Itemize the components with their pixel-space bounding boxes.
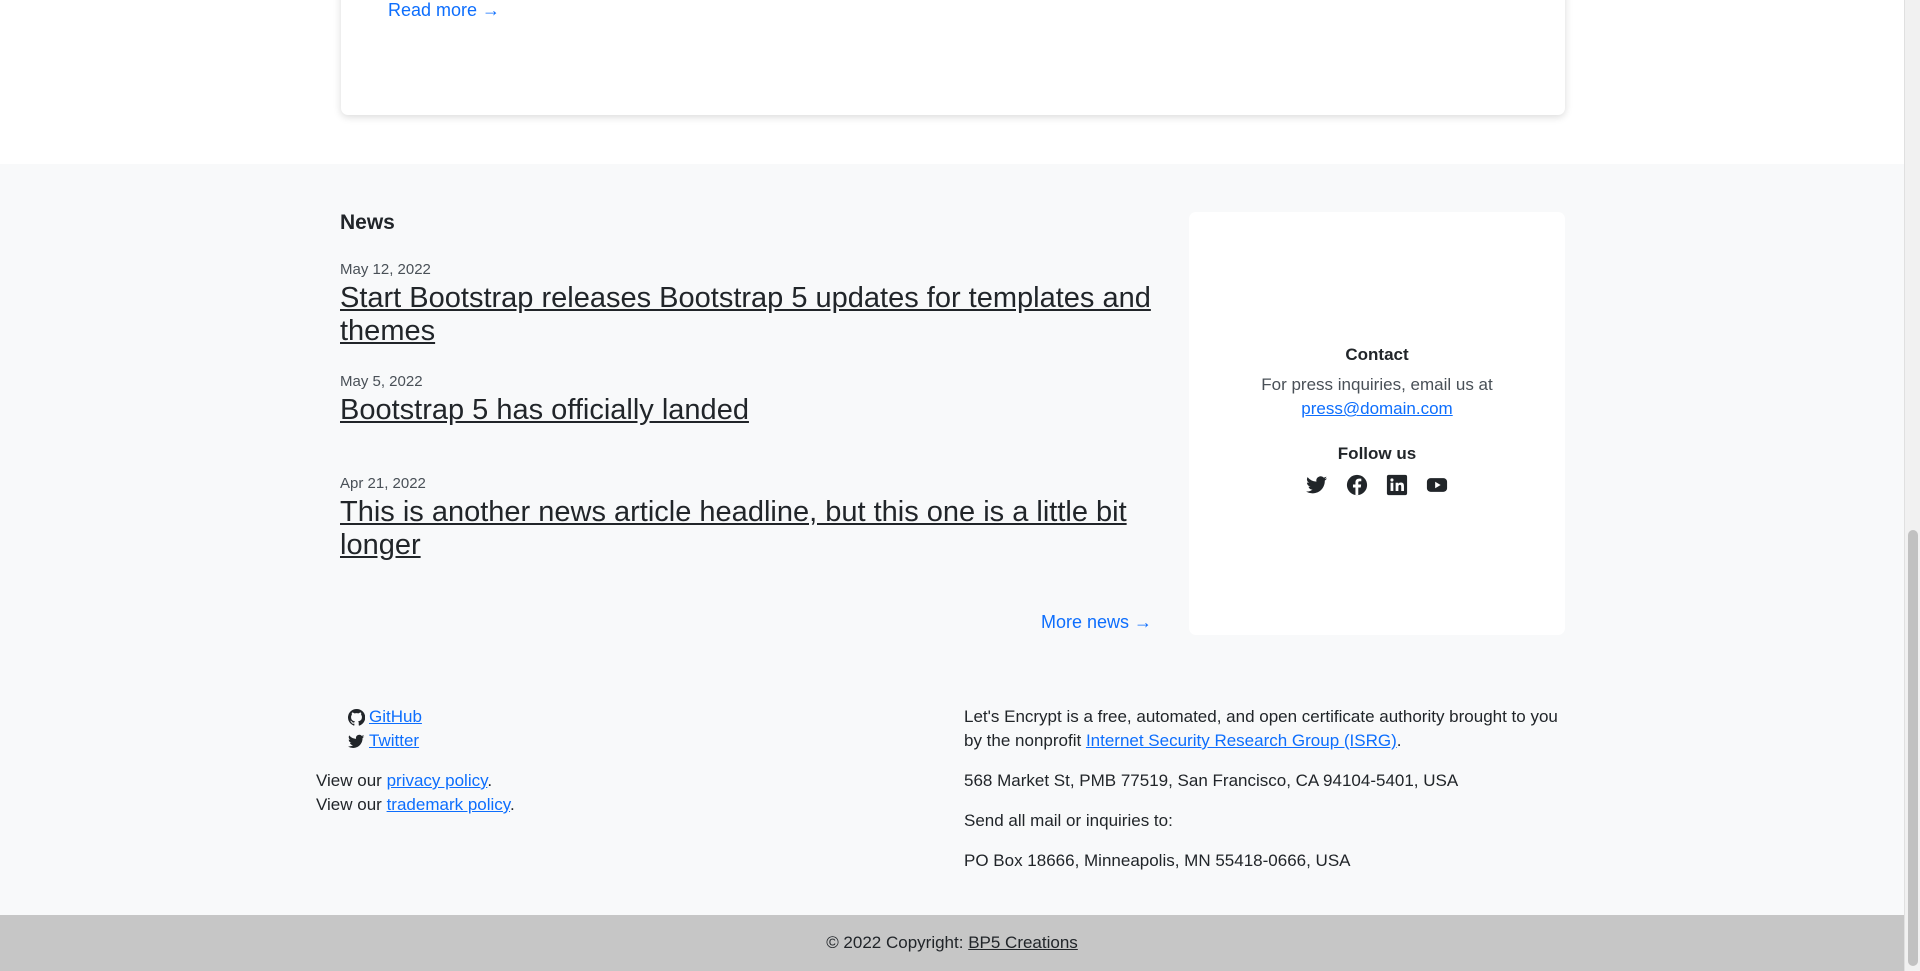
privacy-policy-link[interactable]: privacy policy — [387, 771, 488, 790]
vertical-scrollbar[interactable] — [1904, 0, 1920, 971]
privacy-policy-line: View our privacy policy. — [316, 769, 515, 793]
trademark-policy-link[interactable]: trademark policy — [387, 795, 510, 814]
view-our-text: View our — [316, 771, 382, 790]
period: . — [510, 795, 515, 814]
copyright-bar: © 2022 Copyright: BP5 Creations — [0, 915, 1904, 971]
twitter-link-row: Twitter — [348, 729, 515, 753]
read-more-link[interactable]: Read more → — [388, 0, 500, 21]
contact-description: For press inquiries, email us at — [1261, 375, 1493, 394]
twitter-link[interactable]: Twitter — [369, 729, 419, 753]
github-link[interactable]: GitHub — [369, 705, 422, 729]
article-card: Read more → — [341, 0, 1565, 115]
news-date: May 12, 2022 — [340, 261, 431, 278]
news-date: Apr 21, 2022 — [340, 475, 426, 492]
news-heading: News — [340, 211, 395, 234]
contact-text: For press inquiries, email us at press@d… — [1189, 373, 1565, 421]
isrg-link[interactable]: Internet Security Research Group (ISRG) — [1086, 731, 1397, 750]
footer-right: Let's Encrypt is a free, automated, and … — [964, 705, 1574, 889]
contact-heading: Contact — [1345, 345, 1409, 364]
address-text: 568 Market St, PMB 77519, San Francisco,… — [964, 771, 1459, 790]
top-section: Read more → — [0, 0, 1904, 164]
news-item: Apr 21, 2022 This is another news articl… — [340, 475, 1160, 562]
twitter-icon — [348, 734, 365, 748]
about-paragraph: Let's Encrypt is a free, automated, and … — [964, 705, 1574, 753]
github-link-row: GitHub — [348, 705, 515, 729]
scrollbar-thumb[interactable] — [1908, 530, 1918, 966]
mail-label: Send all mail or inquiries to: — [964, 811, 1173, 830]
more-news-link[interactable]: More news → — [1041, 612, 1152, 633]
news-date: May 5, 2022 — [340, 373, 423, 390]
view-our-text: View our — [316, 795, 382, 814]
github-icon — [348, 708, 365, 726]
news-item: May 12, 2022 Start Bootstrap releases Bo… — [340, 261, 1160, 348]
news-headline-link[interactable]: Start Bootstrap releases Bootstrap 5 upd… — [340, 282, 1160, 348]
copyright-text: © 2022 Copyright: — [826, 933, 969, 952]
news-headline-link[interactable]: Bootstrap 5 has officially landed — [340, 394, 1160, 427]
youtube-icon[interactable] — [1426, 474, 1448, 496]
footer-left: GitHub Twitter View our privacy policy. … — [316, 705, 515, 817]
news-headline-link[interactable]: This is another news article headline, b… — [340, 496, 1160, 562]
press-email-link[interactable]: press@domain.com — [1301, 399, 1452, 418]
follow-us-heading: Follow us — [1337, 444, 1417, 463]
po-box-text: PO Box 18666, Minneapolis, MN 55418-0666… — [964, 851, 1351, 870]
news-item: May 5, 2022 Bootstrap 5 has officially l… — [340, 373, 1160, 427]
facebook-icon[interactable] — [1346, 474, 1368, 496]
period: . — [1396, 731, 1402, 750]
twitter-icon[interactable] — [1306, 474, 1328, 496]
social-links — [1189, 474, 1565, 496]
bp5-creations-link[interactable]: BP5 Creations — [968, 933, 1078, 952]
period: . — [487, 771, 493, 790]
trademark-policy-line: View our trademark policy. — [316, 793, 515, 817]
news-section: News May 12, 2022 Start Bootstrap releas… — [0, 164, 1904, 915]
contact-box: Contact For press inquiries, email us at… — [1189, 212, 1565, 635]
linkedin-icon[interactable] — [1386, 474, 1408, 496]
